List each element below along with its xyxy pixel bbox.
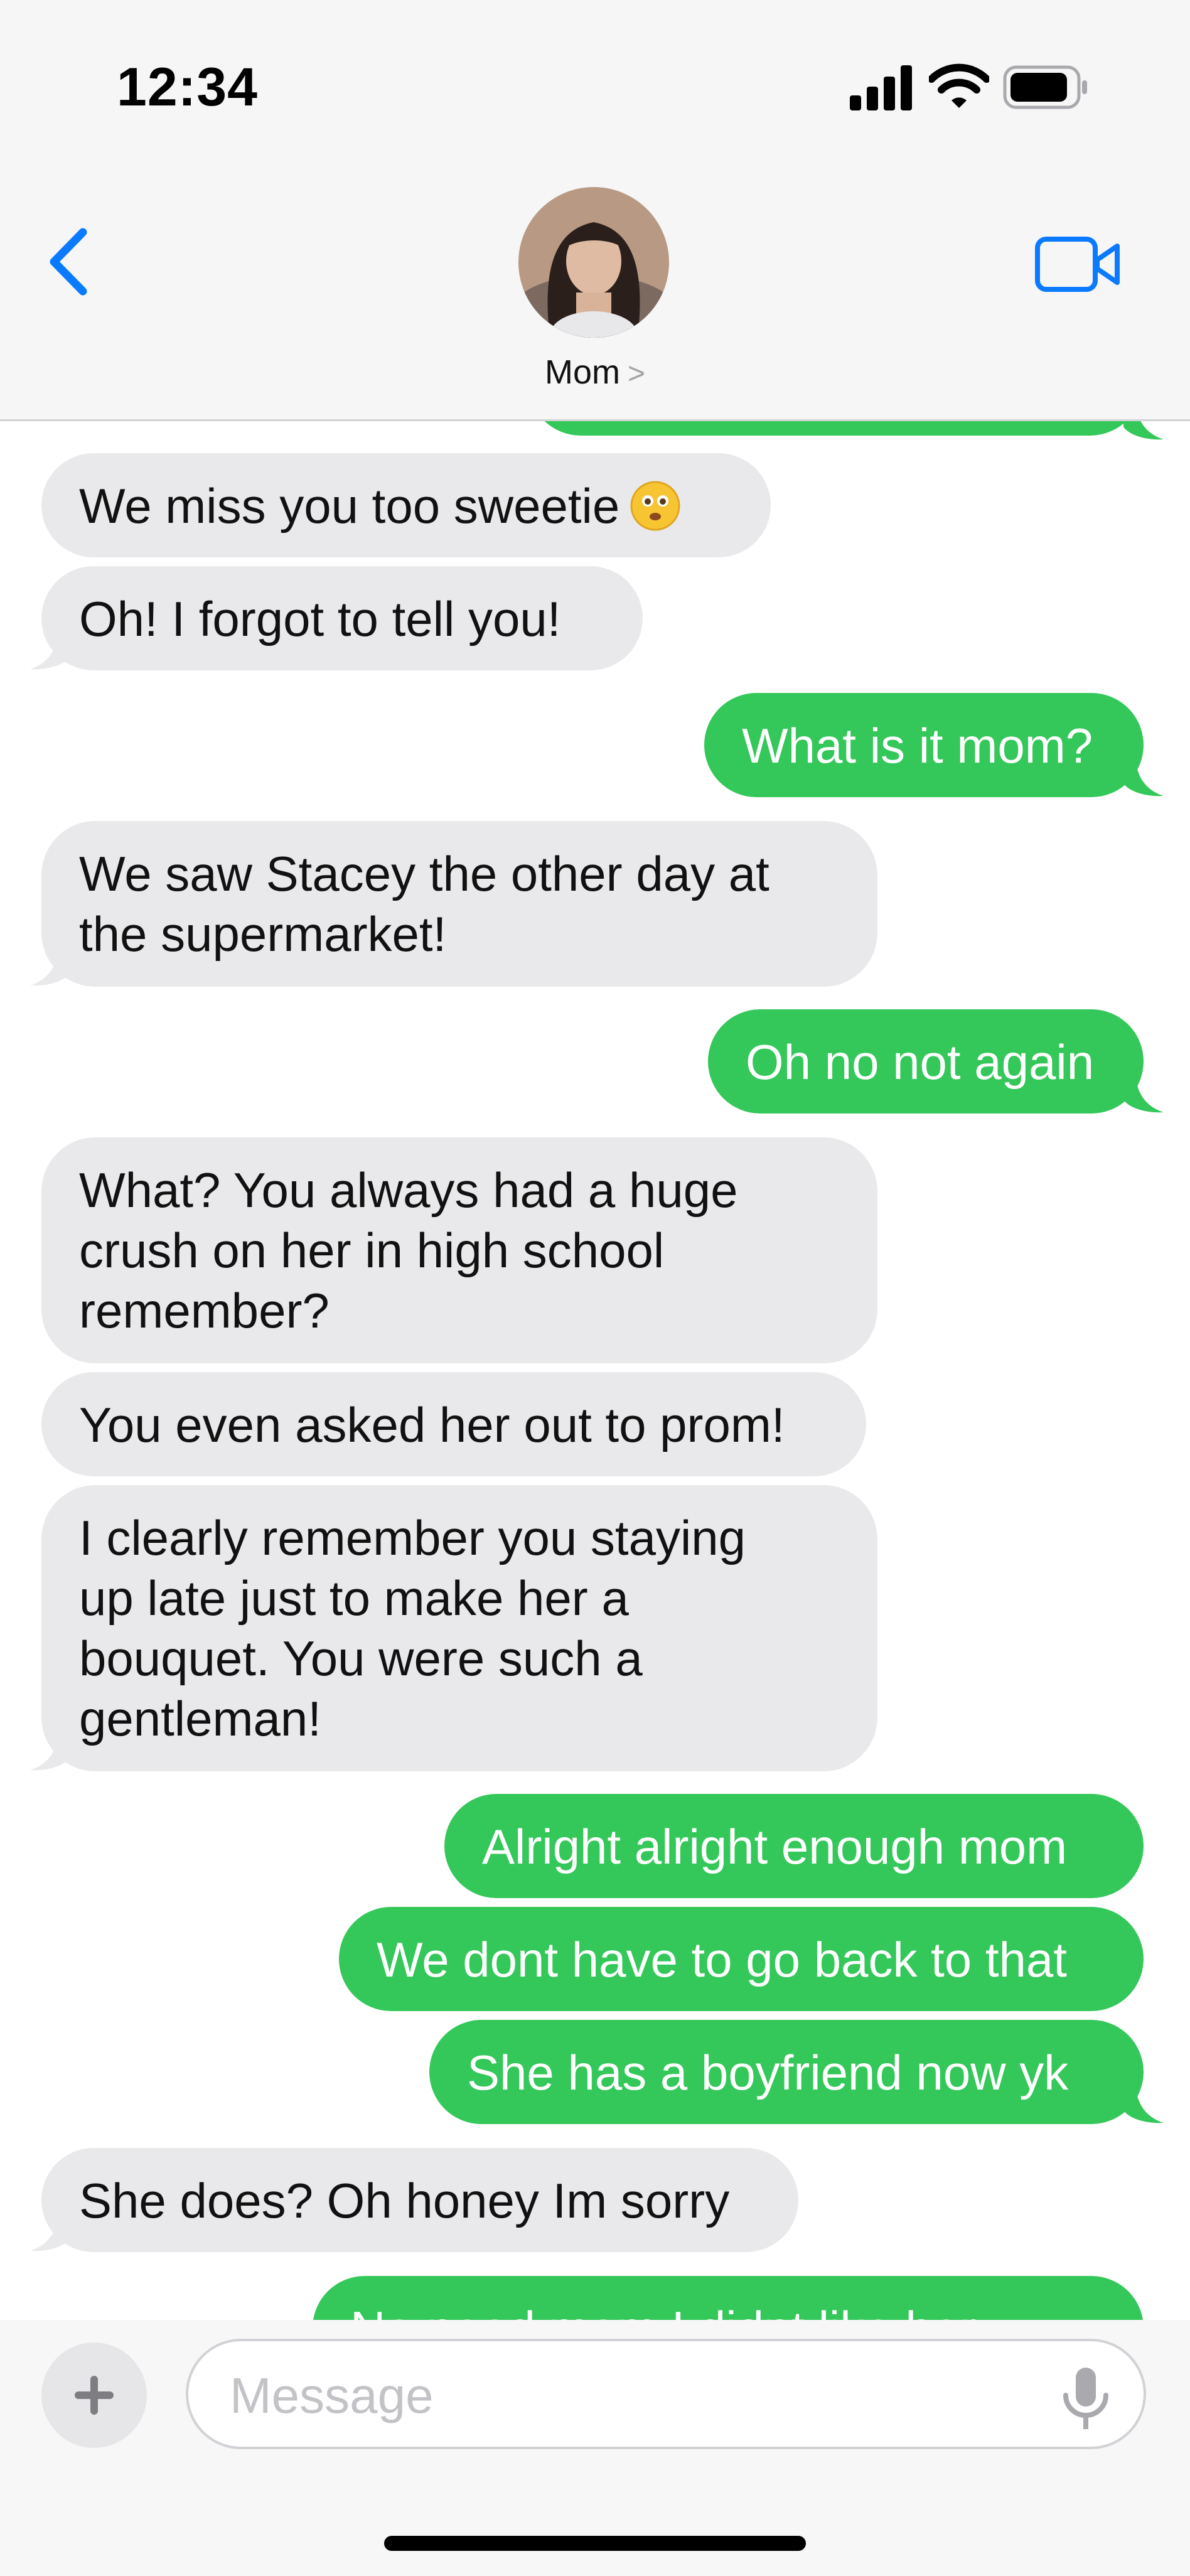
message-bubble-outgoing-partial[interactable]: No need mom I didnt like her bbox=[313, 2276, 1144, 2320]
message-bubble-outgoing[interactable]: We dont have to go back to that bbox=[339, 1907, 1144, 2011]
message-bubble-outgoing[interactable]: She has a boyfriend now yk bbox=[429, 2020, 1144, 2124]
bubble-tail bbox=[30, 1735, 70, 1771]
message-bubble-incoming[interactable]: We miss you too sweetie bbox=[41, 453, 771, 557]
message-composer bbox=[0, 2320, 1190, 2576]
contact-avatar[interactable] bbox=[518, 187, 669, 338]
conversation-header: 12:34 Mom > bbox=[0, 0, 1190, 421]
plus-icon bbox=[75, 2376, 114, 2415]
cellular-signal-icon bbox=[850, 65, 912, 110]
message-bubble-incoming[interactable]: She does? Oh honey Im sorry bbox=[41, 2148, 798, 2252]
message-input[interactable] bbox=[228, 2364, 1047, 2428]
plus-button[interactable] bbox=[41, 2343, 147, 2448]
microphone-icon[interactable] bbox=[1054, 2364, 1117, 2433]
message-bubble-incoming[interactable]: Oh! I forgot to tell you! bbox=[41, 566, 643, 670]
message-bubble-incoming[interactable]: You even asked her out to prom! bbox=[41, 1372, 866, 1476]
status-time: 12:34 bbox=[117, 57, 258, 117]
contact-name-label: Mom bbox=[544, 353, 620, 391]
bubble-tail bbox=[1123, 419, 1164, 440]
message-field[interactable] bbox=[186, 2339, 1146, 2449]
bubble-tail bbox=[1123, 1077, 1164, 1113]
home-indicator bbox=[384, 2536, 806, 2551]
message-bubble-outgoing-partial[interactable] bbox=[527, 419, 1144, 436]
bubble-tail bbox=[1123, 761, 1164, 797]
message-bubble-incoming[interactable]: What? You always had a huge crush on her… bbox=[41, 1137, 877, 1363]
message-thread[interactable]: We miss you too sweetie Oh! I forgot to … bbox=[0, 419, 1190, 2320]
bubble-tail bbox=[30, 950, 70, 986]
contact-name[interactable]: Mom > bbox=[0, 353, 1190, 392]
bubble-tail bbox=[30, 2216, 70, 2251]
message-bubble-incoming[interactable]: We saw Stacey the other day at the super… bbox=[41, 821, 877, 987]
bubble-tail bbox=[30, 634, 70, 670]
back-chevron-icon[interactable] bbox=[44, 227, 94, 296]
battery-icon bbox=[1003, 65, 1087, 109]
contact-chevron-icon: > bbox=[627, 357, 646, 390]
video-call-icon[interactable] bbox=[1034, 236, 1122, 292]
message-text: We miss you too sweetie bbox=[79, 478, 620, 534]
message-bubble-outgoing[interactable]: What is it mom? bbox=[704, 693, 1144, 797]
message-bubble-incoming[interactable]: I clearly remember you staying up late j… bbox=[41, 1485, 877, 1771]
wifi-icon bbox=[929, 63, 989, 108]
message-bubble-outgoing[interactable]: Alright alright enough mom bbox=[444, 1794, 1144, 1898]
bubble-tail bbox=[1123, 2088, 1164, 2123]
slightly-smiling-face-emoji bbox=[630, 481, 680, 531]
messages-screen: 12:34 Mom > We miss you too sweetie Oh! … bbox=[0, 0, 1190, 2576]
message-bubble-outgoing[interactable]: Oh no not again bbox=[708, 1009, 1144, 1114]
